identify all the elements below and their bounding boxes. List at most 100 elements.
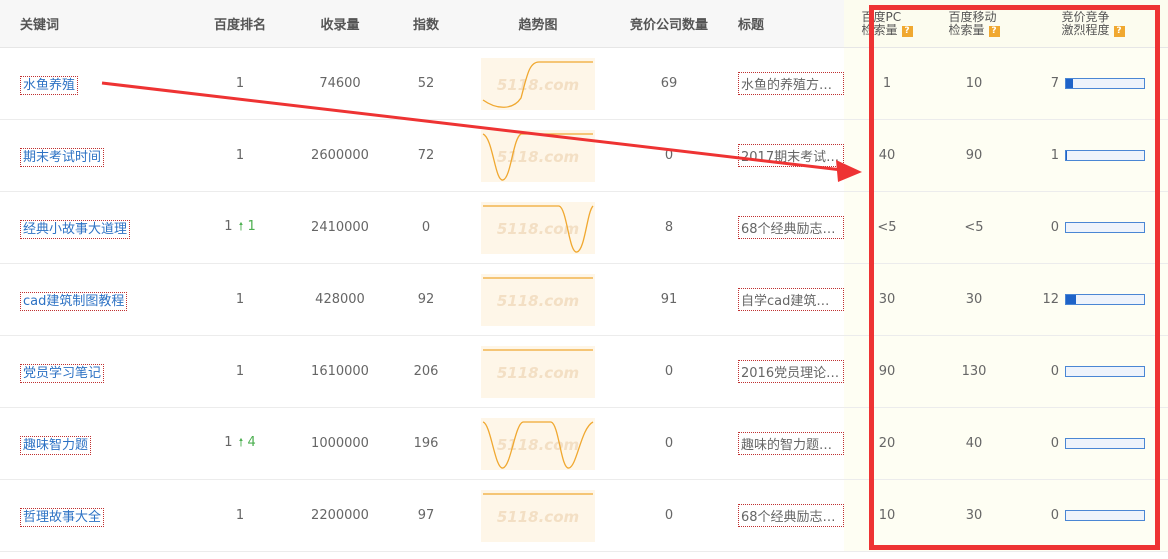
help-icon[interactable]: ? xyxy=(901,25,913,37)
rank-change: 1 xyxy=(247,219,256,234)
cell-bid-companies: 69 xyxy=(604,47,734,120)
cell-bid-companies: 91 xyxy=(604,263,734,336)
cell-indexed: 1000000 xyxy=(300,407,380,480)
trend-sparkline[interactable]: 5118.com xyxy=(481,57,595,110)
competition-value: 12 xyxy=(1042,292,1059,307)
competition-bar xyxy=(1065,510,1145,521)
header-competition[interactable]: 竞价竞争 激烈程度? xyxy=(1018,0,1168,48)
header-indexed[interactable]: 收录量 xyxy=(300,0,380,48)
header-mobile-search-line2: 检索量 xyxy=(948,22,985,37)
header-bid-companies[interactable]: 竞价公司数量 xyxy=(604,0,734,48)
trend-sparkline[interactable]: 5118.com xyxy=(481,345,595,398)
trend-sparkline[interactable]: 5118.com xyxy=(481,417,595,470)
header-pc-search-line1: 百度PC xyxy=(861,9,902,24)
cell-competition: 12 xyxy=(1018,263,1168,336)
rank-value: 1 xyxy=(235,364,245,379)
cell-keyword: 经典小故事大道理 xyxy=(0,191,180,264)
cell-index: 92 xyxy=(380,263,472,336)
rank-value: 1 xyxy=(224,219,233,234)
header-trend: 趋势图 xyxy=(472,0,604,48)
cell-title: 68个经典励志小故事 xyxy=(734,191,844,264)
rank-value: 1 xyxy=(235,508,245,523)
cell-keyword: 哲理故事大全 xyxy=(0,479,180,552)
arrow-up-icon: 🠕 xyxy=(238,436,244,449)
cell-pc-search: 20 xyxy=(844,407,930,480)
competition-value: 0 xyxy=(1050,508,1059,523)
keyword-link[interactable]: 趣味智力题 xyxy=(20,436,92,455)
cell-index: 196 xyxy=(380,407,472,480)
keyword-link[interactable]: 水鱼养殖 xyxy=(20,76,79,95)
competition-bar-fill xyxy=(1066,79,1074,88)
title-text[interactable]: 68个经典励志故事 xyxy=(738,504,844,527)
header-keyword[interactable]: 关键词 xyxy=(0,0,180,48)
cell-rank: 1 xyxy=(180,47,300,120)
cell-title: 2016党员理论学习笔记 xyxy=(734,335,844,408)
competition-bar xyxy=(1065,222,1145,233)
competition-bar-fill xyxy=(1066,295,1077,304)
cell-bid-companies: 0 xyxy=(604,479,734,552)
title-text[interactable]: 2017期末考试时间 xyxy=(738,144,844,167)
cell-keyword: 趣味智力题 xyxy=(0,407,180,480)
header-pc-search[interactable]: 百度PC 检索量? xyxy=(844,0,930,48)
keyword-link[interactable]: 期末考试时间 xyxy=(20,148,105,167)
competition-value: 0 xyxy=(1050,364,1059,379)
trend-sparkline[interactable]: 5118.com xyxy=(481,201,595,254)
cell-title: 2017期末考试时间 xyxy=(734,119,844,192)
cell-trend: 5118.com xyxy=(472,407,604,480)
header-competition-line2: 激烈程度 xyxy=(1061,22,1110,37)
cell-rank: 1 🠕 4 xyxy=(180,407,300,480)
cell-keyword: 期末考试时间 xyxy=(0,119,180,192)
table-row: 经典小故事大道理 1 🠕 1 2410000 0 5118.com 8 68个经典… xyxy=(0,191,1168,264)
cell-trend: 5118.com xyxy=(472,191,604,264)
keyword-table: 关键词 百度排名 收录量 指数 趋势图 竞价公司数量 标题 百度PC 检索量? 百… xyxy=(0,0,1168,552)
cell-mobile-search: <5 xyxy=(930,191,1018,264)
cell-mobile-search: 90 xyxy=(930,119,1018,192)
cell-rank: 1 🠕 1 xyxy=(180,191,300,264)
trend-sparkline[interactable]: 5118.com xyxy=(481,129,595,182)
header-index[interactable]: 指数 xyxy=(380,0,472,48)
keyword-link[interactable]: cad建筑制图教程 xyxy=(20,292,128,311)
cell-trend: 5118.com xyxy=(472,119,604,192)
cell-competition: 0 xyxy=(1018,335,1168,408)
help-icon[interactable]: ? xyxy=(1113,25,1125,37)
rank-value: 1 xyxy=(235,76,245,91)
cell-title: 68个经典励志故事 xyxy=(734,479,844,552)
header-mobile-search[interactable]: 百度移动 检索量? xyxy=(930,0,1018,48)
cell-index: 72 xyxy=(380,119,472,192)
cell-competition: 0 xyxy=(1018,479,1168,552)
keyword-link[interactable]: 党员学习笔记 xyxy=(20,364,105,383)
competition-bar xyxy=(1065,438,1145,449)
rank-value: 1 xyxy=(235,148,245,163)
title-text[interactable]: 趣味的智力题大全 xyxy=(738,432,844,455)
title-text[interactable]: 68个经典励志小故事 xyxy=(738,216,844,239)
cell-bid-companies: 0 xyxy=(604,335,734,408)
cell-pc-search: 10 xyxy=(844,479,930,552)
title-text[interactable]: 水鱼的养殖方法... xyxy=(738,72,844,95)
keyword-link[interactable]: 哲理故事大全 xyxy=(20,508,105,527)
cell-pc-search: 30 xyxy=(844,263,930,336)
cell-competition: 7 xyxy=(1018,47,1168,120)
trend-sparkline[interactable]: 5118.com xyxy=(481,273,595,326)
header-competition-line1: 竞价竞争 xyxy=(1061,9,1110,24)
cell-trend: 5118.com xyxy=(472,263,604,336)
cell-keyword: 水鱼养殖 xyxy=(0,47,180,120)
title-text[interactable]: 自学cad建筑制图 xyxy=(738,288,844,311)
cell-keyword: 党员学习笔记 xyxy=(0,335,180,408)
cell-pc-search: 40 xyxy=(844,119,930,192)
cell-indexed: 428000 xyxy=(300,263,380,336)
cell-mobile-search: 10 xyxy=(930,47,1018,120)
competition-bar xyxy=(1065,150,1145,161)
cell-index: 52 xyxy=(380,47,472,120)
title-text[interactable]: 2016党员理论学习笔记 xyxy=(738,360,844,383)
rank-value: 1 xyxy=(224,435,233,450)
help-icon[interactable]: ? xyxy=(988,25,1000,37)
keyword-link[interactable]: 经典小故事大道理 xyxy=(20,220,131,239)
cell-indexed: 1610000 xyxy=(300,335,380,408)
header-baidu-rank[interactable]: 百度排名 xyxy=(180,0,300,48)
competition-bar xyxy=(1065,366,1145,377)
watermark-text: 5118.com xyxy=(497,364,579,382)
trend-sparkline[interactable]: 5118.com xyxy=(481,489,595,542)
cell-bid-companies: 0 xyxy=(604,407,734,480)
watermark-text: 5118.com xyxy=(497,148,579,166)
cell-rank: 1 xyxy=(180,263,300,336)
